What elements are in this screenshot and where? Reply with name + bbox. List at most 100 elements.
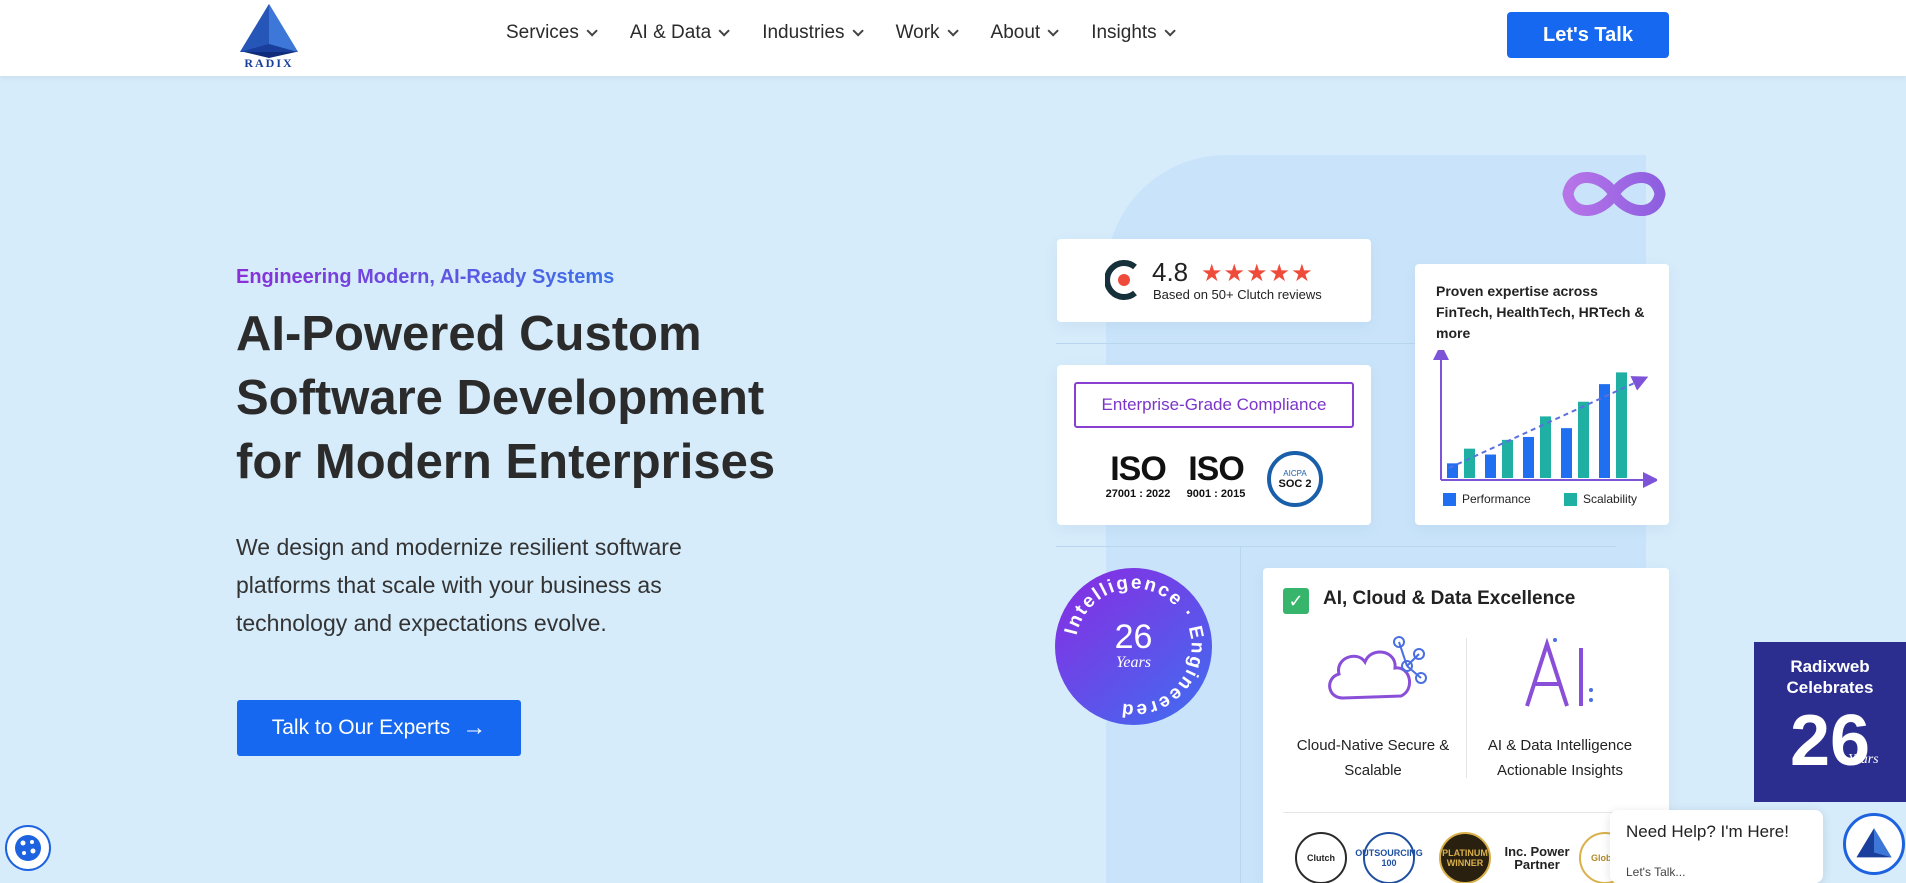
nav-label: Services bbox=[506, 22, 579, 43]
clutch-logo-icon bbox=[1105, 260, 1137, 300]
chat-heading: Need Help? I'm Here! bbox=[1626, 822, 1789, 841]
compliance-card: Enterprise-Grade Compliance ISO 27001 : … bbox=[1057, 365, 1371, 525]
nav-label: Work bbox=[895, 22, 940, 43]
badge-years: Years bbox=[1116, 654, 1151, 671]
chevron-down-icon bbox=[1047, 25, 1059, 37]
hero-desc-line: platforms that scale with your business … bbox=[236, 572, 662, 598]
legend-label: Performance bbox=[1462, 492, 1531, 506]
celebrate-line: Radixweb bbox=[1790, 657, 1870, 676]
iso-label: ISO bbox=[1188, 450, 1245, 488]
feature-text: Scalable bbox=[1344, 762, 1402, 779]
button-label: Talk to Our Experts bbox=[271, 716, 451, 739]
logo-text: RADIX bbox=[244, 56, 294, 70]
clutch-rating-value: 4.8 bbox=[1152, 257, 1189, 287]
bar-scalability-2 bbox=[1502, 439, 1513, 478]
celebrate-number: 26 bbox=[1789, 701, 1871, 781]
hero-desc-line: technology and expectations evolve. bbox=[236, 610, 607, 636]
legend-scalability: Scalability bbox=[1564, 492, 1637, 506]
arrow-right-icon: → bbox=[462, 714, 487, 741]
main-nav: Services AI & Data Industries Work About… bbox=[506, 22, 1208, 44]
iso-label: ISO bbox=[1110, 450, 1167, 488]
badge-number: 26 bbox=[1114, 618, 1153, 656]
iso-number: 9001 : 2015 bbox=[1186, 488, 1246, 500]
nav-about[interactable]: About bbox=[990, 22, 1059, 44]
radix-logo-icon bbox=[1856, 828, 1892, 858]
cookie-icon bbox=[15, 835, 41, 861]
talk-to-experts-button[interactable]: Talk to Our Experts → bbox=[237, 700, 521, 756]
feature-text: AI & Data Intelligence bbox=[1487, 737, 1633, 754]
grid-divider bbox=[1056, 546, 1616, 547]
award-outsourcing-badge: OUTSOURCING 100 bbox=[1355, 832, 1423, 883]
site-header: RADIX Services AI & Data Industries Work… bbox=[0, 0, 1906, 76]
hero-description: We design and modernize resilient softwa… bbox=[236, 528, 756, 642]
celebrate-years: Years bbox=[1848, 752, 1879, 767]
clutch-rating-card[interactable]: 4.8 ★★★★★ Based on 50+ Clutch reviews bbox=[1057, 239, 1371, 322]
expertise-chart-card: Proven expertise across FinTech, HealthT… bbox=[1415, 264, 1669, 525]
soc2-badge: AICPA SOC 2 bbox=[1267, 451, 1323, 507]
infinity-icon bbox=[1562, 172, 1666, 216]
bar-performance-4 bbox=[1561, 428, 1572, 478]
chat-launcher-button[interactable] bbox=[1843, 813, 1905, 875]
chevron-down-icon bbox=[947, 25, 959, 37]
star-rating-icon: ★★★★★ bbox=[1201, 260, 1314, 287]
pyramid-icon bbox=[240, 4, 298, 58]
hero-title-line: for Modern Enterprises bbox=[236, 435, 776, 489]
feature-text: Actionable Insights bbox=[1497, 762, 1623, 779]
iso-27001-badge: ISO 27001 : 2022 bbox=[1103, 450, 1173, 500]
clutch-subtext: Based on 50+ Clutch reviews bbox=[1153, 287, 1322, 302]
nav-label: Insights bbox=[1091, 22, 1157, 43]
chat-subtext: Let's Talk... bbox=[1626, 865, 1686, 879]
ai-cloud-card: ✓ AI, Cloud & Data Excellence Cloud-Nati… bbox=[1263, 568, 1669, 883]
cookie-settings-button[interactable] bbox=[5, 825, 51, 871]
iso-number: 27001 : 2022 bbox=[1105, 488, 1171, 500]
chevron-down-icon bbox=[1164, 25, 1176, 37]
lets-talk-button[interactable]: Let's Talk bbox=[1507, 12, 1669, 58]
award-platinum-badge: PLATINUM WINNER bbox=[1439, 832, 1491, 883]
anniversary-badge: Intelligence · Engineered 26 Years bbox=[1055, 568, 1212, 725]
chevron-down-icon bbox=[718, 25, 730, 37]
expertise-bar-chart bbox=[1433, 350, 1657, 488]
legend-performance: Performance bbox=[1443, 492, 1531, 506]
ai-letters-icon bbox=[1525, 637, 1593, 707]
legend-label: Scalability bbox=[1583, 492, 1638, 506]
legend-swatch bbox=[1564, 492, 1577, 506]
hero-desc-line: We design and modernize resilient softwa… bbox=[236, 534, 682, 560]
bar-performance-2 bbox=[1485, 454, 1496, 478]
soc-label: SOC 2 bbox=[1278, 477, 1312, 490]
ai-card-title: AI, Cloud & Data Excellence bbox=[1323, 588, 1576, 609]
nav-ai-data[interactable]: AI & Data bbox=[629, 22, 730, 44]
chevron-down-icon bbox=[852, 25, 864, 37]
bar-scalability-1 bbox=[1464, 448, 1475, 478]
bar-performance-3 bbox=[1523, 436, 1534, 478]
compliance-title: Enterprise-Grade Compliance bbox=[1074, 382, 1354, 428]
award-inc-power-partner: Inc. Power Partner bbox=[1503, 832, 1571, 883]
hero-title: AI-Powered Custom Software Development f… bbox=[236, 302, 836, 494]
feature-ai-data: AI & Data Intelligence Actionable Insigh… bbox=[1470, 733, 1650, 783]
nav-insights[interactable]: Insights bbox=[1091, 22, 1176, 44]
nav-label: About bbox=[990, 22, 1041, 43]
cloud-network-icon bbox=[1328, 636, 1427, 700]
nav-industries[interactable]: Industries bbox=[762, 22, 864, 44]
checkmark-icon: ✓ bbox=[1283, 588, 1309, 614]
nav-label: AI & Data bbox=[629, 22, 712, 43]
soc-org: AICPA bbox=[1283, 468, 1307, 478]
feature-cloud-native: Cloud-Native Secure & Scalable bbox=[1283, 733, 1463, 783]
radixweb-celebrates-widget[interactable]: Radixweb Celebrates 26 Years bbox=[1754, 642, 1906, 802]
chart-title: Proven expertise across FinTech, HealthT… bbox=[1436, 283, 1645, 341]
chat-prompt-bubble[interactable]: Need Help? I'm Here! Let's Talk... bbox=[1610, 810, 1823, 883]
award-clutch-badge: Clutch bbox=[1295, 832, 1347, 883]
grid-divider bbox=[1240, 546, 1241, 883]
feature-text: Cloud-Native Secure & bbox=[1296, 737, 1450, 754]
feature-divider bbox=[1466, 638, 1467, 778]
radix-logo[interactable]: RADIX bbox=[236, 2, 302, 70]
legend-swatch bbox=[1443, 492, 1456, 506]
nav-services[interactable]: Services bbox=[506, 22, 598, 44]
iso-9001-badge: ISO 9001 : 2015 bbox=[1181, 450, 1251, 500]
nav-work[interactable]: Work bbox=[895, 22, 959, 44]
chevron-down-icon bbox=[586, 25, 598, 37]
hero-title-line: Software Development bbox=[236, 371, 765, 425]
awards-divider bbox=[1283, 812, 1649, 813]
hero-eyebrow: Engineering Modern, AI-Ready Systems bbox=[236, 266, 615, 288]
hero-title-line: AI-Powered Custom bbox=[236, 307, 702, 361]
nav-label: Industries bbox=[762, 22, 845, 43]
